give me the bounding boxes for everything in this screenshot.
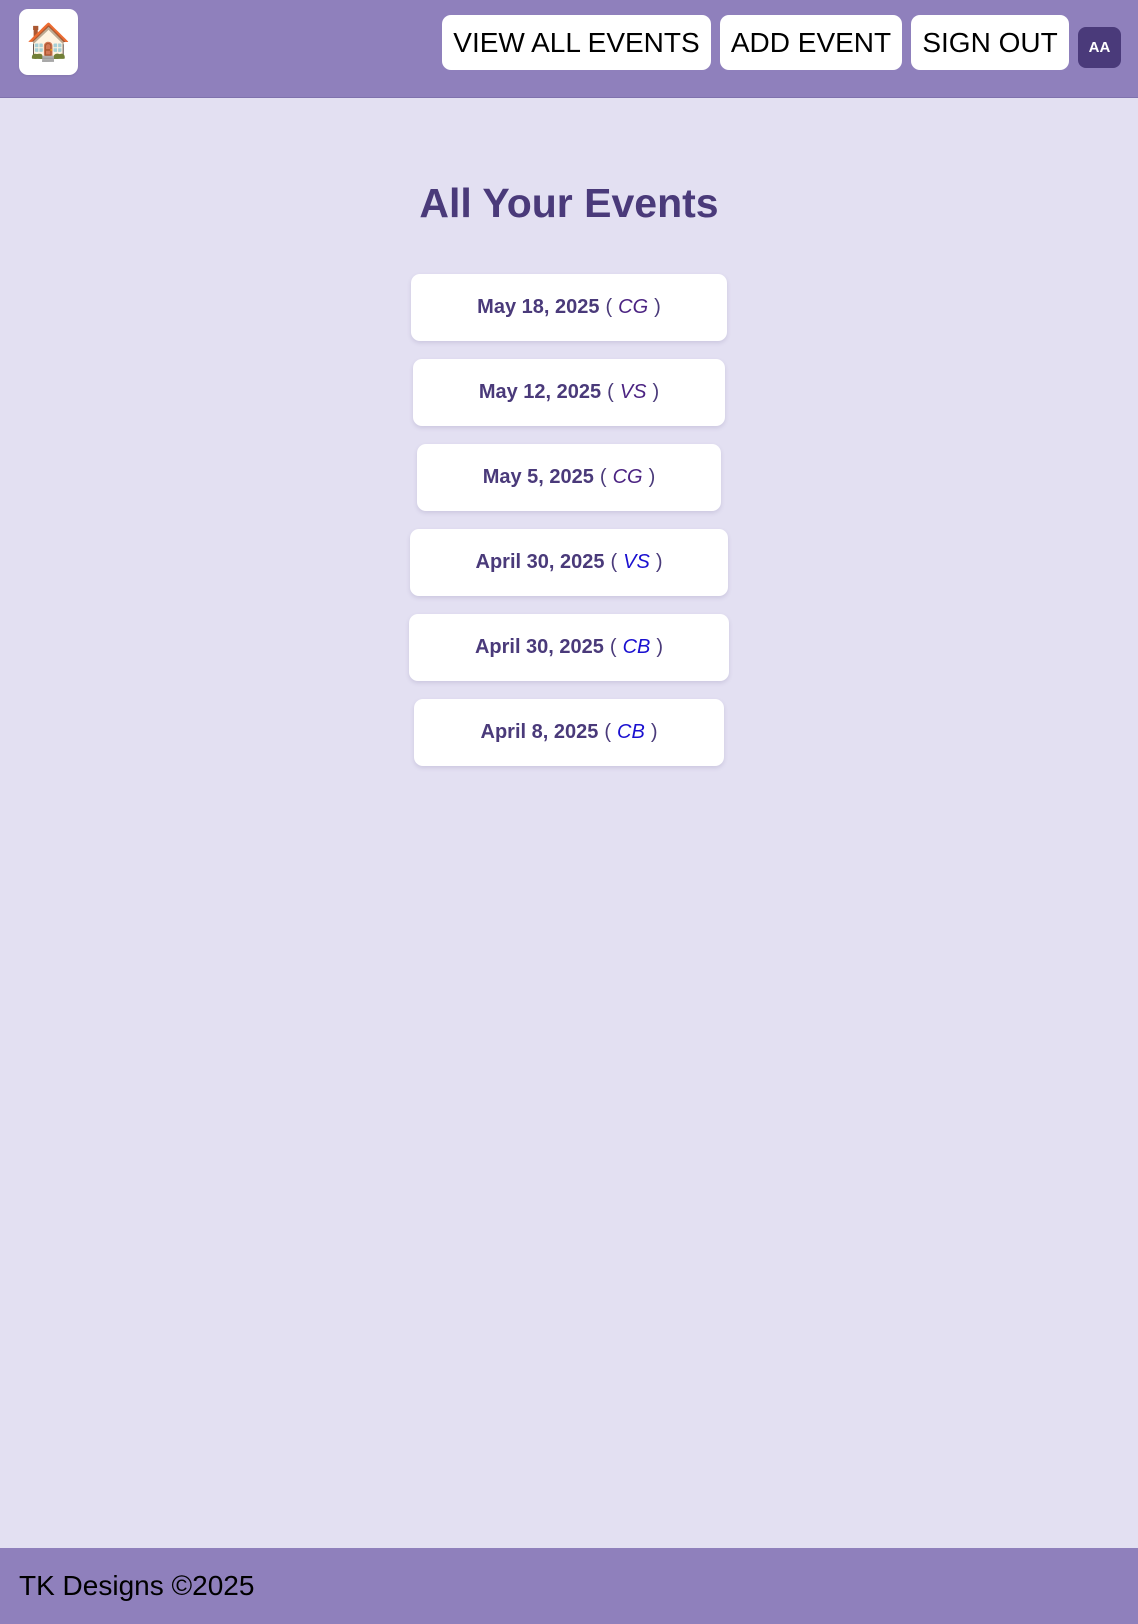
open-paren: ( — [599, 466, 607, 488]
open-paren: ( — [609, 636, 617, 658]
sign-out-button[interactable]: SIGN OUT — [911, 15, 1069, 70]
main-nav: VIEW ALL EVENTS ADD EVENT SIGN OUT — [442, 15, 1069, 70]
event-card[interactable]: April 30, 2025 ( CB ) — [409, 614, 729, 681]
event-card[interactable]: April 8, 2025 ( CB ) — [414, 699, 724, 766]
footer: TK Designs ©2025 — [0, 1548, 1138, 1624]
close-paren: ) — [652, 381, 660, 403]
open-paren: ( — [604, 721, 612, 743]
event-date: April 8, 2025 — [480, 721, 599, 743]
event-card[interactable]: May 5, 2025 ( CG ) — [417, 444, 721, 511]
event-date: May 18, 2025 — [477, 296, 600, 318]
close-paren: ) — [655, 551, 663, 573]
event-code: CB — [622, 636, 651, 658]
close-paren: ) — [650, 721, 658, 743]
event-card[interactable]: May 12, 2025 ( VS ) — [413, 359, 725, 426]
top-navigation-bar: 🏠 VIEW ALL EVENTS ADD EVENT SIGN OUT AA — [0, 0, 1138, 98]
event-code: CB — [617, 721, 645, 743]
view-all-events-button[interactable]: VIEW ALL EVENTS — [442, 15, 711, 70]
add-event-button[interactable]: ADD EVENT — [720, 15, 902, 70]
open-paren: ( — [605, 296, 613, 318]
event-date: May 12, 2025 — [478, 381, 602, 403]
user-avatar[interactable]: AA — [1078, 27, 1121, 68]
event-date: April 30, 2025 — [474, 636, 604, 658]
event-date: April 30, 2025 — [475, 551, 605, 573]
house-icon: 🏠 — [26, 21, 71, 62]
close-paren: ) — [648, 466, 656, 488]
close-paren: ) — [656, 636, 664, 658]
event-code: VS — [619, 381, 647, 403]
event-card[interactable]: May 18, 2025 ( CG ) — [411, 274, 727, 341]
event-card[interactable]: April 30, 2025 ( VS ) — [410, 529, 728, 596]
events-list: May 18, 2025 ( CG ) May 12, 2025 ( VS ) … — [0, 274, 1138, 766]
event-date: May 5, 2025 — [482, 466, 594, 488]
footer-copyright: TK Designs ©2025 — [19, 1570, 255, 1601]
event-code: VS — [623, 551, 650, 573]
event-code: CG — [618, 296, 649, 318]
open-paren: ( — [607, 381, 614, 403]
home-button[interactable]: 🏠 — [19, 9, 78, 75]
open-paren: ( — [610, 551, 618, 573]
event-code: CG — [612, 466, 643, 488]
page-title: All Your Events — [419, 180, 719, 226]
close-paren: ) — [654, 296, 661, 318]
